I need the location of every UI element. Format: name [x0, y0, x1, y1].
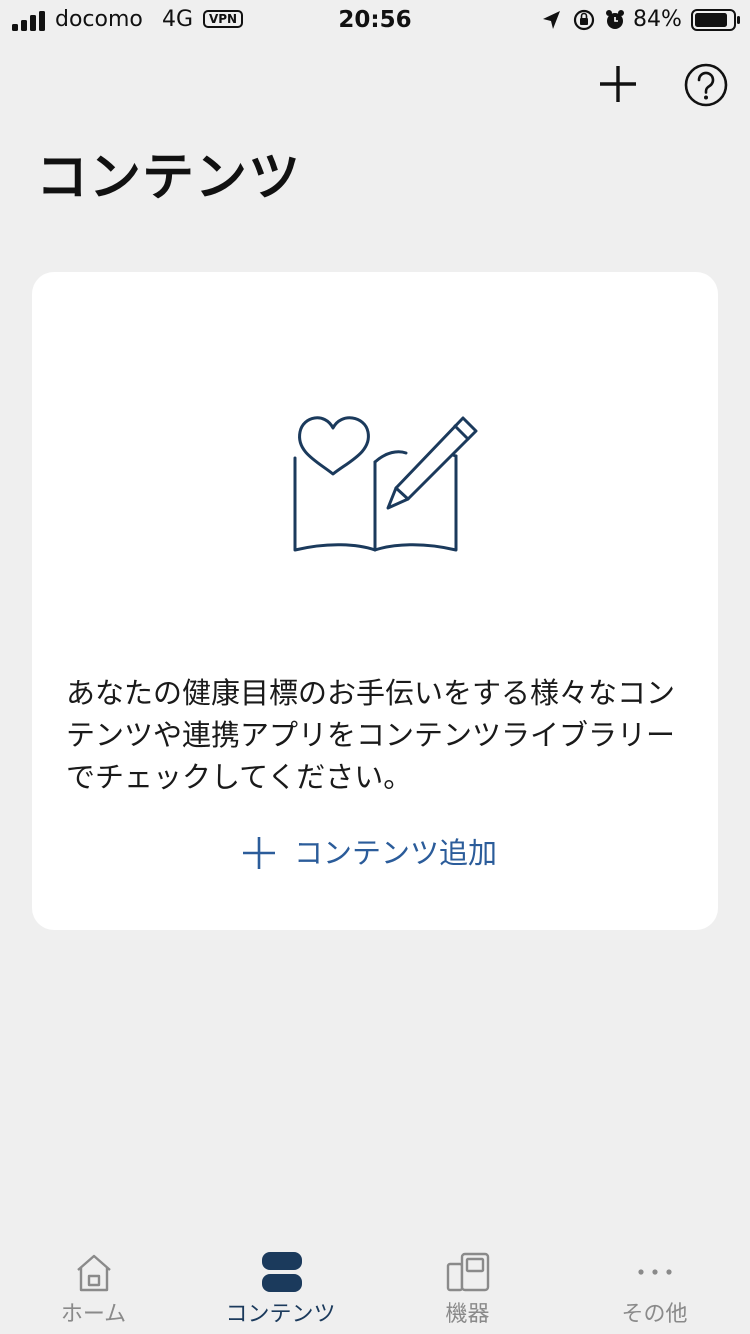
- battery-icon: [691, 9, 740, 31]
- tab-label: コンテンツ: [225, 1302, 336, 1327]
- add-button[interactable]: [596, 62, 640, 106]
- battery-percent: 84%: [633, 7, 682, 32]
- book-heart-pencil-icon: [293, 416, 478, 552]
- question-circle-icon: [684, 63, 728, 107]
- card-description: あなたの健康目標のお手伝いをする様々なコンテンツや連携アプリをコンテンツライブラ…: [66, 676, 676, 794]
- add-content-link[interactable]: コンテンツ追加: [242, 828, 497, 878]
- tab-label: その他: [621, 1302, 688, 1327]
- tab-label: ホーム: [60, 1302, 127, 1327]
- tab-more[interactable]: その他: [561, 1236, 748, 1334]
- alarm-clock-icon: [606, 10, 624, 29]
- status-bar: docomo 4G VPN 20:56 84%: [0, 0, 750, 40]
- tab-home[interactable]: ホーム: [0, 1236, 187, 1334]
- plus-icon: [243, 837, 275, 869]
- more-icon: [637, 1269, 672, 1275]
- plus-icon: [600, 66, 636, 102]
- empty-content-card: あなたの健康目標のお手伝いをする様々なコンテンツや連携アプリをコンテンツライブラ…: [32, 272, 718, 930]
- help-button[interactable]: [683, 62, 729, 108]
- status-indicator-icons: [543, 9, 624, 31]
- tab-bar: ホーム コンテンツ 機器 その他: [0, 1236, 750, 1334]
- tab-devices[interactable]: 機器: [374, 1236, 561, 1334]
- tab-label: 機器: [445, 1302, 490, 1327]
- add-content-label: コンテンツ追加: [294, 836, 498, 870]
- contents-icon: [261, 1252, 302, 1292]
- page-title: コンテンツ: [36, 148, 302, 208]
- home-icon: [76, 1254, 111, 1292]
- location-arrow-icon: [543, 11, 560, 29]
- rotation-lock-icon: [573, 9, 595, 31]
- tab-contents[interactable]: コンテンツ: [187, 1236, 374, 1334]
- devices-icon: [446, 1252, 489, 1292]
